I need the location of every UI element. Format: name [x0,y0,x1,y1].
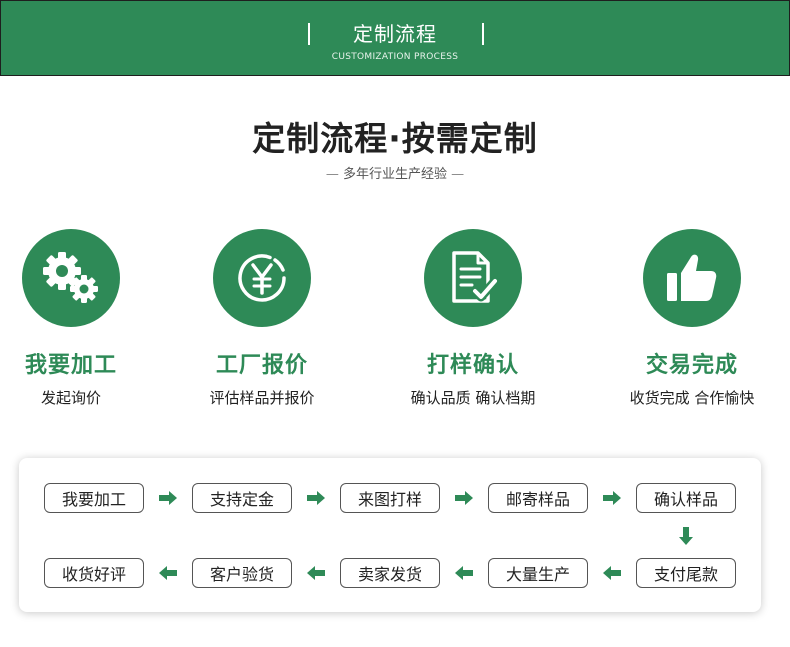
arrow-left-icon [159,566,177,580]
flow-step-sampling: 来图打样 [340,483,440,513]
arrow-left-icon [455,566,473,580]
step-description: 评估样品并报价 [209,389,315,407]
step-description: 收货完成 合作愉快 [629,389,755,407]
flow-step-mail-sample: 邮寄样品 [488,483,588,513]
step-title: 打样确认 [426,353,519,378]
gears-icon [43,252,98,303]
arrow-down-icon [679,527,693,545]
flow-step-review: 收货好评 [44,558,144,588]
flow-step-request: 我要加工 [44,483,144,513]
step-circle [643,229,741,327]
arrow-right-icon [307,491,325,505]
arrow-right-icon [603,491,621,505]
step-circle [213,229,311,327]
flow-step-deposit: 支持定金 [192,483,292,513]
flow-step-confirm-sample: 确认样品 [636,483,736,513]
step-deal-complete: 交易完成 收货完成 合作愉快 [602,229,782,408]
thumbs-up-icon [667,254,717,301]
banner-subtitle: CUSTOMIZATION PROCESS [331,52,459,62]
subtitle-dash-right: — [447,167,465,182]
step-circle [22,229,120,327]
step-circle [424,229,522,327]
process-flow-panel [19,458,761,612]
subtitle-text: 多年行业生产经验 [342,167,447,182]
step-request-processing: 我要加工 发起询价 [0,229,161,408]
step-sample-confirm: 打样确认 确认品质 确认档期 [383,229,563,408]
arrow-right-icon [455,491,473,505]
step-description: 发起询价 [40,389,101,407]
arrow-left-icon [307,566,325,580]
page-title: 定制流程·按需定制 [252,119,538,158]
document-check-icon [452,251,500,303]
subtitle-dash-left: — [325,167,343,182]
flow-step-inspection: 客户验货 [192,558,292,588]
step-description: 确认品质 确认档期 [410,389,536,407]
banner-title: 定制流程 [353,22,437,46]
step-title: 交易完成 [645,353,738,378]
page-subtitle: — 多年行业生产经验 — [0,163,790,182]
flow-step-mass-production: 大量生产 [488,558,588,588]
flow-step-shipping: 卖家发货 [340,558,440,588]
step-title: 工厂报价 [215,353,308,378]
flow-step-final-payment: 支付尾款 [636,558,736,588]
arrow-left-icon [603,566,621,580]
header-banner: 定制流程 CUSTOMIZATION PROCESS [0,0,790,76]
step-title: 我要加工 [24,353,117,378]
yen-coin-icon [238,254,286,302]
step-factory-quote: 工厂报价 评估样品并报价 [172,229,352,408]
arrow-right-icon [159,491,177,505]
